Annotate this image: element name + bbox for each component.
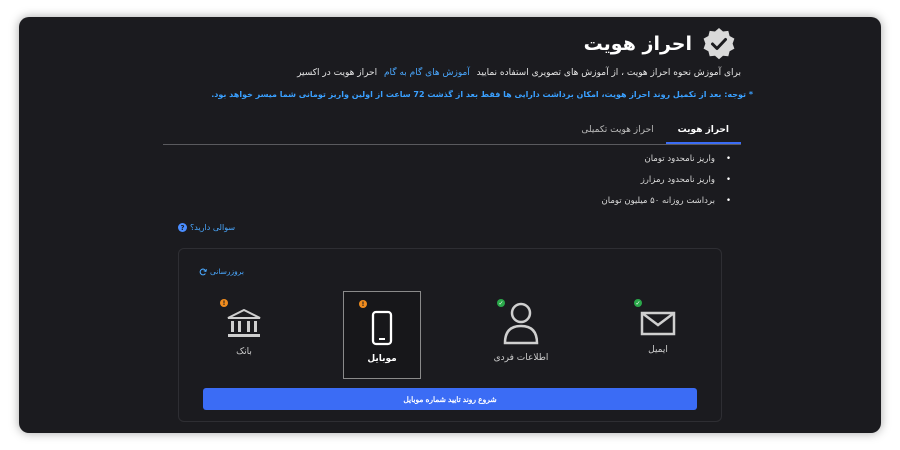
list-item: واریز نامحدود رمزارز: [601, 172, 731, 193]
page-title: احراز هویت: [583, 33, 692, 55]
refresh-label: بروزرسانی: [210, 267, 244, 276]
intro-text: برای آموزش نحوه احراز هویت ، از آموزش ها…: [297, 68, 741, 78]
envelope-icon: [640, 311, 676, 336]
card-bank[interactable]: ! بانک: [205, 291, 283, 379]
list-item: واریز نامحدود تومان: [601, 151, 731, 172]
tab-bar: احراز هویت احراز هویت تکمیلی: [569, 119, 741, 145]
warning-status-icon: !: [359, 300, 367, 308]
card-personal-info[interactable]: ✓ اطلاعات فردی: [482, 291, 560, 379]
start-mobile-verification-button[interactable]: شروع روند تایید شماره موبایل: [203, 388, 697, 410]
page-header: احراز هویت: [584, 27, 736, 61]
refresh-link[interactable]: بروزرسانی: [199, 267, 244, 276]
verified-badge-icon: [703, 28, 735, 60]
app-window: احراز هویت برای آموزش نحوه احراز هویت ، …: [19, 17, 881, 433]
help-icon: ?: [178, 223, 187, 232]
list-item: برداشت روزانه ۵۰ میلیون تومان: [601, 193, 731, 214]
bank-icon: [227, 309, 261, 337]
intro-text-before: برای آموزش نحوه احراز هویت ، از آموزش ها…: [476, 68, 741, 78]
card-mobile[interactable]: ! موبایل: [343, 291, 421, 379]
card-mobile-label: موبایل: [367, 354, 397, 364]
card-personal-info-label: اطلاعات فردی: [493, 353, 549, 363]
tab-divider: [163, 144, 741, 145]
verified-status-icon: ✓: [497, 299, 505, 307]
refresh-icon: [199, 268, 207, 275]
card-bank-label: بانک: [236, 347, 252, 357]
tab-identity-verification[interactable]: احراز هویت: [665, 119, 741, 145]
tutorial-link[interactable]: آموزش های گام به گام: [384, 68, 470, 78]
mobile-icon: [371, 310, 393, 346]
card-email-label: ایمیل: [648, 345, 668, 355]
tab-advanced-verification[interactable]: احراز هویت تکمیلی: [569, 119, 665, 145]
benefits-list: واریز نامحدود تومان واریز نامحدود رمزارز…: [601, 151, 731, 214]
intro-text-after: احراز هویت در اکسیر: [297, 68, 378, 78]
verified-status-icon: ✓: [634, 299, 642, 307]
verification-panel: بروزرسانی ✓ ایمیل ✓ اطلاعات فردی ! موبای…: [178, 248, 722, 422]
withdrawal-notice: * توجه: بعد از تکمیل روند احراز هویت، ام…: [211, 90, 753, 99]
card-email[interactable]: ✓ ایمیل: [619, 291, 697, 379]
warning-status-icon: !: [220, 299, 228, 307]
faq-label: سوالی دارید؟: [190, 223, 236, 232]
user-icon: [503, 302, 539, 345]
faq-link[interactable]: سوالی دارید؟ ?: [178, 223, 235, 232]
